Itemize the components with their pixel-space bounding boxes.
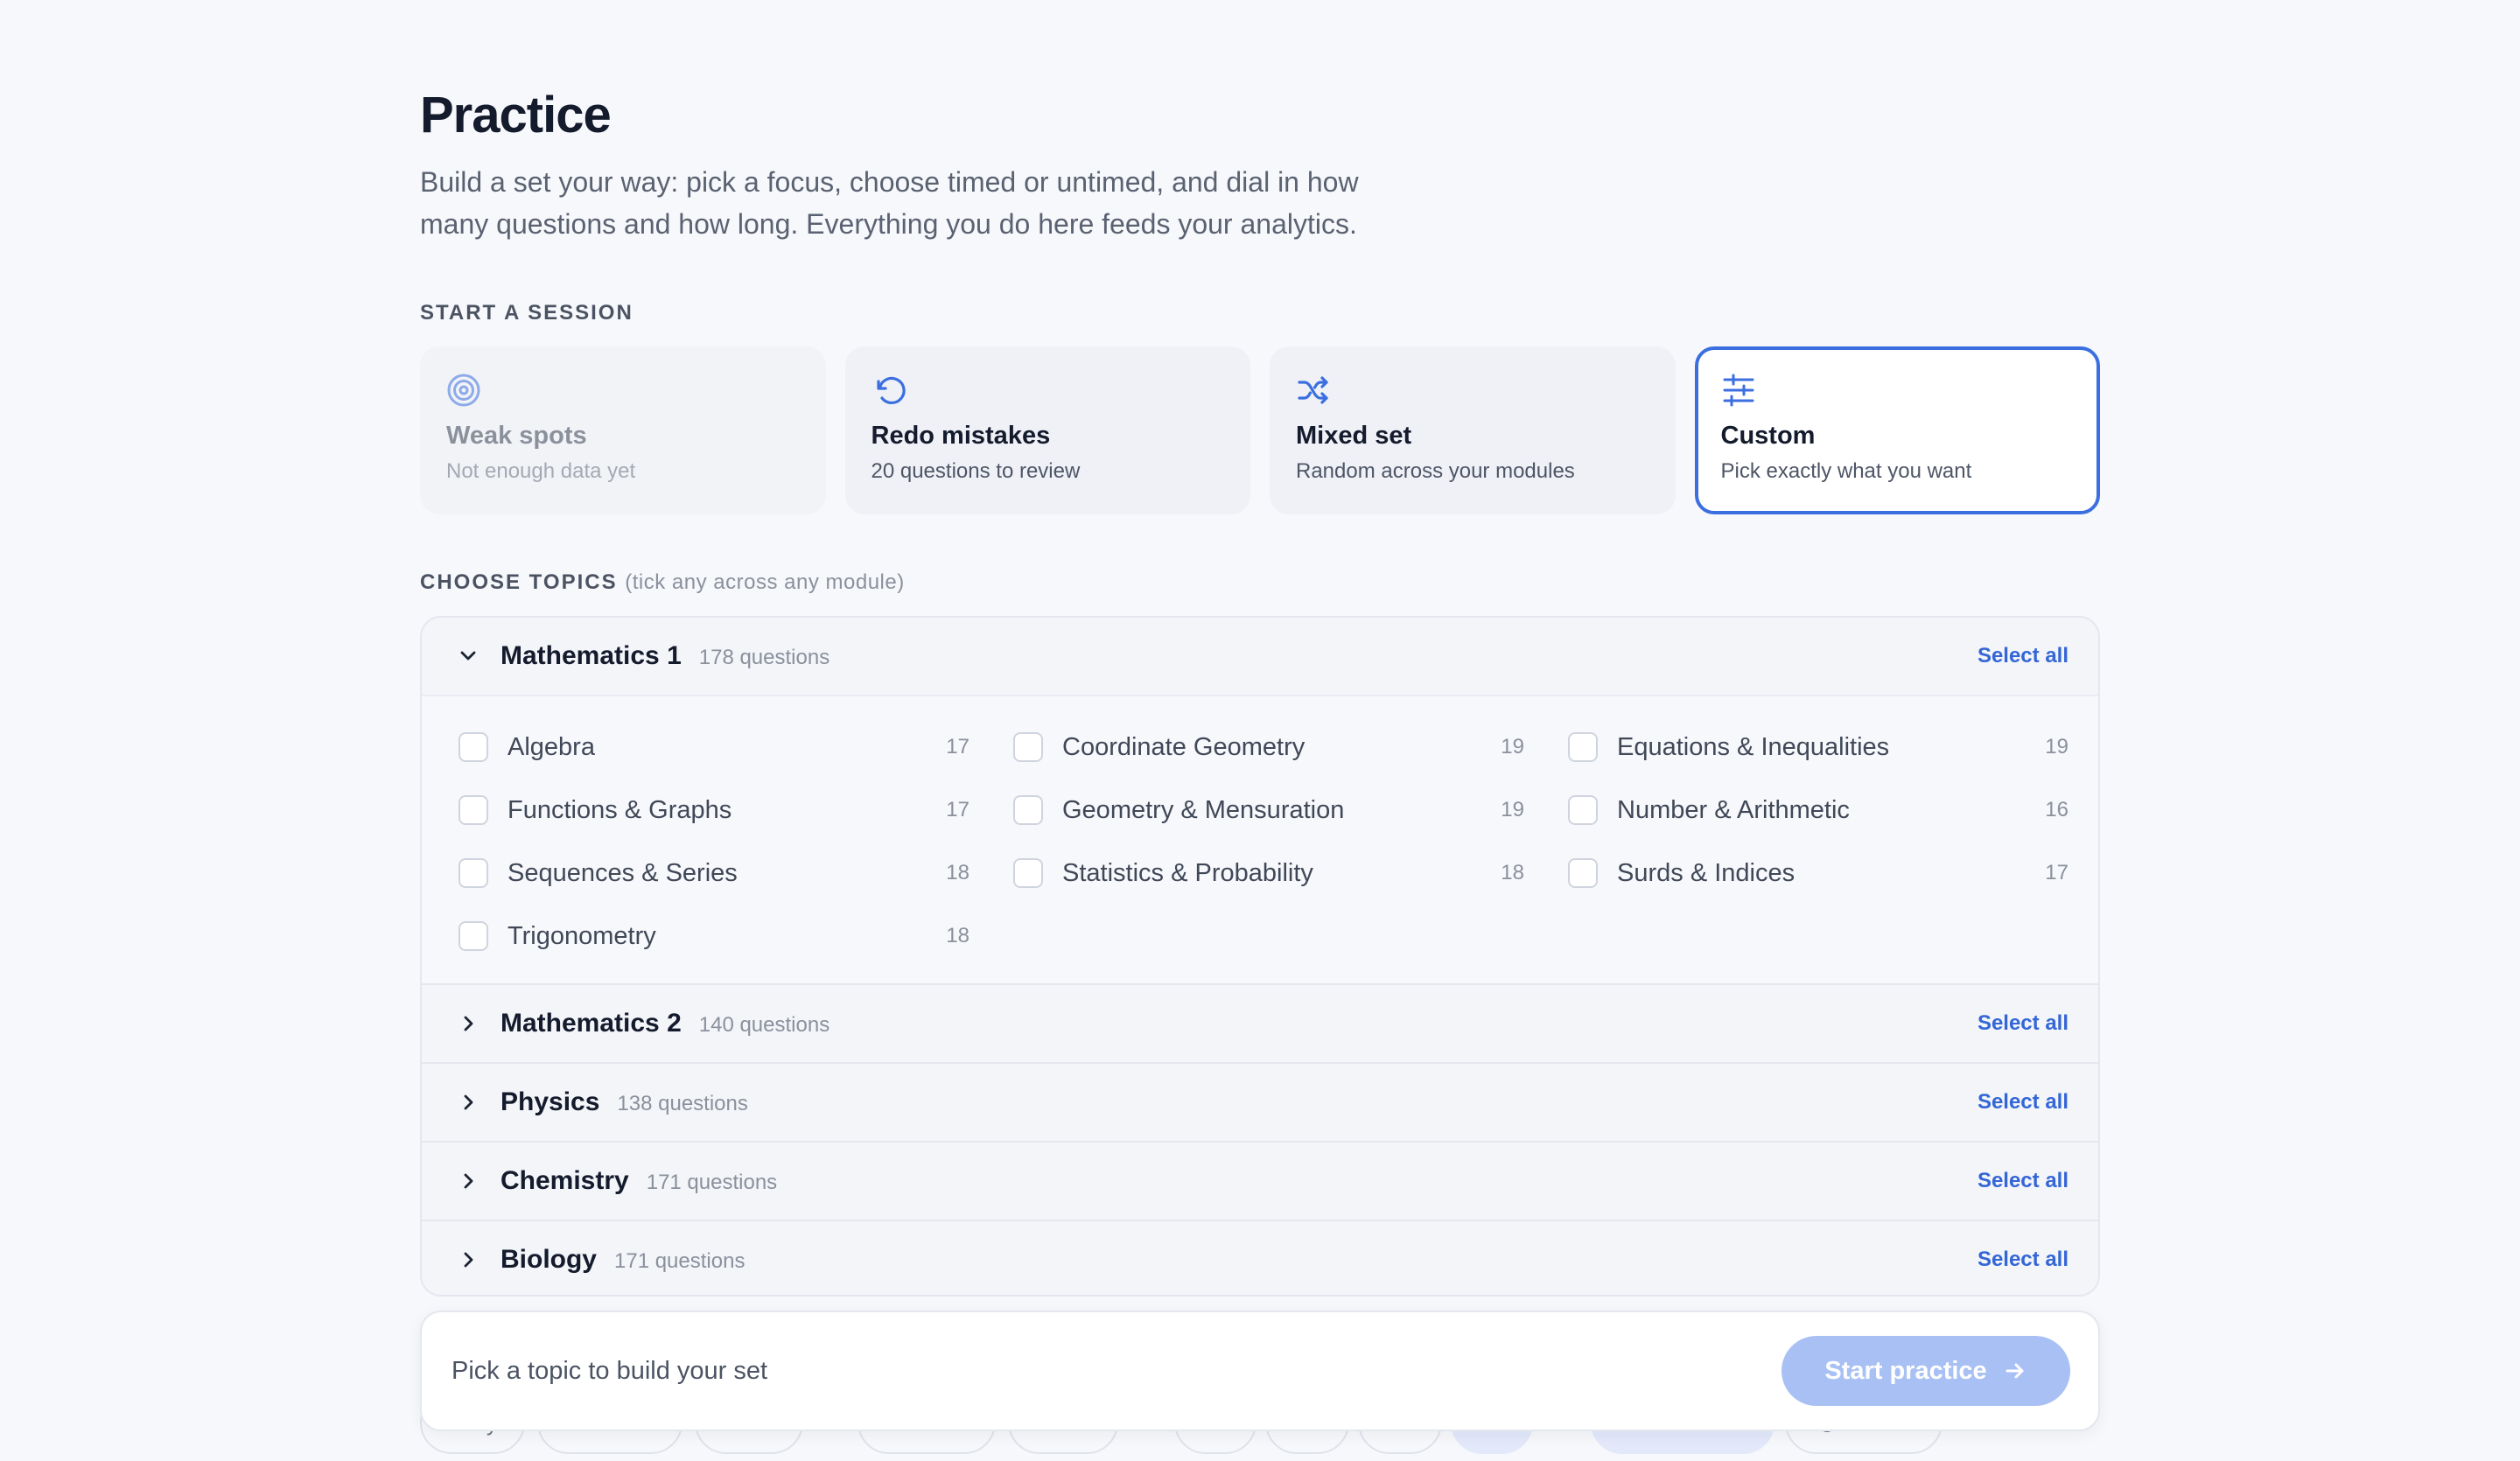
session-card-subtitle: Pick exactly what you want	[1720, 459, 1972, 483]
topic-count: 17	[2045, 861, 2068, 884]
session-cards: Weak spots Not enough data yet Redo mist…	[420, 346, 2100, 514]
topic-count: 17	[946, 735, 970, 758]
topic-count: 17	[946, 798, 970, 821]
chevron-right-icon	[464, 1173, 473, 1189]
topic-count: 18	[946, 861, 970, 884]
topic-count: 18	[946, 924, 970, 947]
module-name: Mathematics 1	[500, 641, 682, 670]
checkbox[interactable]	[458, 858, 488, 888]
checkbox[interactable]	[1013, 732, 1043, 762]
topic-checkbox-geometry-mensuration[interactable]: Geometry & Mensuration 19	[1013, 779, 1568, 842]
page-subtitle: Build a set your way: pick a focus, choo…	[420, 166, 1359, 240]
build-set-hint: Pick a topic to build your set	[452, 1356, 768, 1385]
session-card-subtitle: Random across your modules	[1296, 459, 1575, 483]
topic-name: Trigonometry	[508, 921, 656, 950]
topic-name: Equations & Inequalities	[1617, 732, 1890, 761]
rotate-ccw-icon	[876, 376, 906, 405]
module-row-biology[interactable]: Biology 171 questions Select all	[422, 1220, 2098, 1295]
module-question-count: 171 questions	[646, 1170, 778, 1194]
chevron-down-icon	[460, 651, 476, 661]
topic-name: Functions & Graphs	[508, 795, 732, 824]
topic-checkbox-coordinate-geometry[interactable]: Coordinate Geometry 19	[1013, 716, 1568, 779]
module-question-count: 140 questions	[698, 1012, 830, 1037]
module-name: Mathematics 2	[500, 1009, 682, 1038]
module-row-physics[interactable]: Physics 138 questions Select all	[422, 1062, 2098, 1141]
topic-checkbox-sequences-series[interactable]: Sequences & Series 18	[458, 842, 1013, 905]
select-all-button[interactable]: Select all	[1978, 1169, 2068, 1193]
topic-name: Algebra	[508, 732, 595, 761]
topics-label: CHOOSE TOPICS	[420, 570, 618, 594]
module-name: Biology	[500, 1245, 597, 1274]
module-row-chemistry[interactable]: Chemistry 171 questions Select all	[422, 1141, 2098, 1220]
chevron-right-icon	[464, 1094, 473, 1110]
session-section-label: START A SESSION	[420, 301, 634, 325]
module-row-mathematics-2[interactable]: Mathematics 2 140 questions Select all	[422, 983, 2098, 1062]
topic-checkbox-algebra[interactable]: Algebra 17	[458, 716, 1013, 779]
sliders-icon	[1723, 374, 1754, 407]
session-card-title: Weak spots	[446, 422, 587, 450]
checkbox[interactable]	[458, 795, 488, 825]
select-all-button[interactable]: Select all	[1978, 1090, 2068, 1115]
module-name: Physics	[500, 1087, 600, 1116]
page-title: Practice	[420, 87, 612, 143]
checkbox[interactable]	[1568, 858, 1598, 888]
module-name: Chemistry	[500, 1166, 629, 1195]
topic-count: 19	[1501, 798, 1524, 821]
topic-count: 16	[2045, 798, 2068, 821]
checkbox[interactable]	[1568, 795, 1598, 825]
arrow-right-icon	[2006, 1363, 2024, 1379]
topic-checkbox-equations-inequalities[interactable]: Equations & Inequalities 19	[1568, 716, 2068, 779]
topic-name: Geometry & Mensuration	[1062, 795, 1345, 824]
session-card-redo-mistakes[interactable]: Redo mistakes 20 questions to review	[844, 346, 1250, 514]
start-practice-label: Start practice	[1824, 1356, 1987, 1385]
topic-name: Number & Arithmetic	[1617, 795, 1850, 824]
topic-list-mathematics-1: Algebra 17 Coordinate Geometry 19 Equati…	[422, 695, 2098, 983]
checkbox[interactable]	[458, 732, 488, 762]
session-card-subtitle: 20 questions to review	[871, 459, 1081, 483]
select-all-button[interactable]: Select all	[1978, 1248, 2068, 1272]
start-practice-button[interactable]: Start practice	[1782, 1336, 2070, 1406]
select-all-button[interactable]: Select all	[1978, 644, 2068, 668]
module-question-count: 138 questions	[617, 1091, 748, 1115]
checkbox[interactable]	[1568, 732, 1598, 762]
session-card-mixed-set[interactable]: Mixed set Random across your modules	[1270, 346, 1676, 514]
topic-checkbox-surds-indices[interactable]: Surds & Indices 17	[1568, 842, 2068, 905]
module-row-mathematics-1[interactable]: Mathematics 1 178 questions Select all	[422, 618, 2098, 695]
topic-name: Surds & Indices	[1617, 858, 1796, 887]
session-card-weak-spots[interactable]: Weak spots Not enough data yet	[420, 346, 826, 514]
target-icon	[447, 374, 480, 407]
topic-count: 19	[1501, 735, 1524, 758]
topic-count: 19	[2045, 735, 2068, 758]
select-all-button[interactable]: Select all	[1978, 1011, 2068, 1036]
topic-name: Coordinate Geometry	[1062, 732, 1306, 761]
module-question-count: 171 questions	[614, 1248, 746, 1273]
topic-name: Sequences & Series	[508, 858, 738, 887]
checkbox[interactable]	[1013, 858, 1043, 888]
start-practice-bar: Pick a topic to build your set Start pra…	[420, 1311, 2100, 1431]
checkbox[interactable]	[458, 921, 488, 951]
topics-section-label: CHOOSE TOPICS (tick any across any modul…	[420, 570, 905, 595]
session-card-title: Custom	[1720, 422, 1816, 450]
topic-checkbox-number-arithmetic[interactable]: Number & Arithmetic 16	[1568, 779, 2068, 842]
topic-checkbox-functions-graphs[interactable]: Functions & Graphs 17	[458, 779, 1013, 842]
session-card-subtitle: Not enough data yet	[446, 459, 636, 483]
chevron-right-icon	[464, 1016, 473, 1031]
topic-checkbox-trigonometry[interactable]: Trigonometry 18	[458, 905, 1013, 968]
session-card-custom[interactable]: Custom Pick exactly what you want	[1694, 346, 2100, 514]
session-card-title: Mixed set	[1296, 422, 1412, 450]
topics-accordion: Mathematics 1 178 questions Select all A…	[420, 616, 2100, 1297]
topic-name: Statistics & Probability	[1062, 858, 1313, 887]
checkbox[interactable]	[1013, 795, 1043, 825]
topic-count: 18	[1501, 861, 1524, 884]
chevron-right-icon	[464, 1252, 473, 1268]
shuffle-icon	[1298, 376, 1328, 404]
module-question-count: 178 questions	[698, 645, 830, 669]
topics-hint: (tick any across any module)	[625, 570, 905, 594]
topic-checkbox-statistics-probability[interactable]: Statistics & Probability 18	[1013, 842, 1568, 905]
session-card-title: Redo mistakes	[871, 422, 1051, 450]
